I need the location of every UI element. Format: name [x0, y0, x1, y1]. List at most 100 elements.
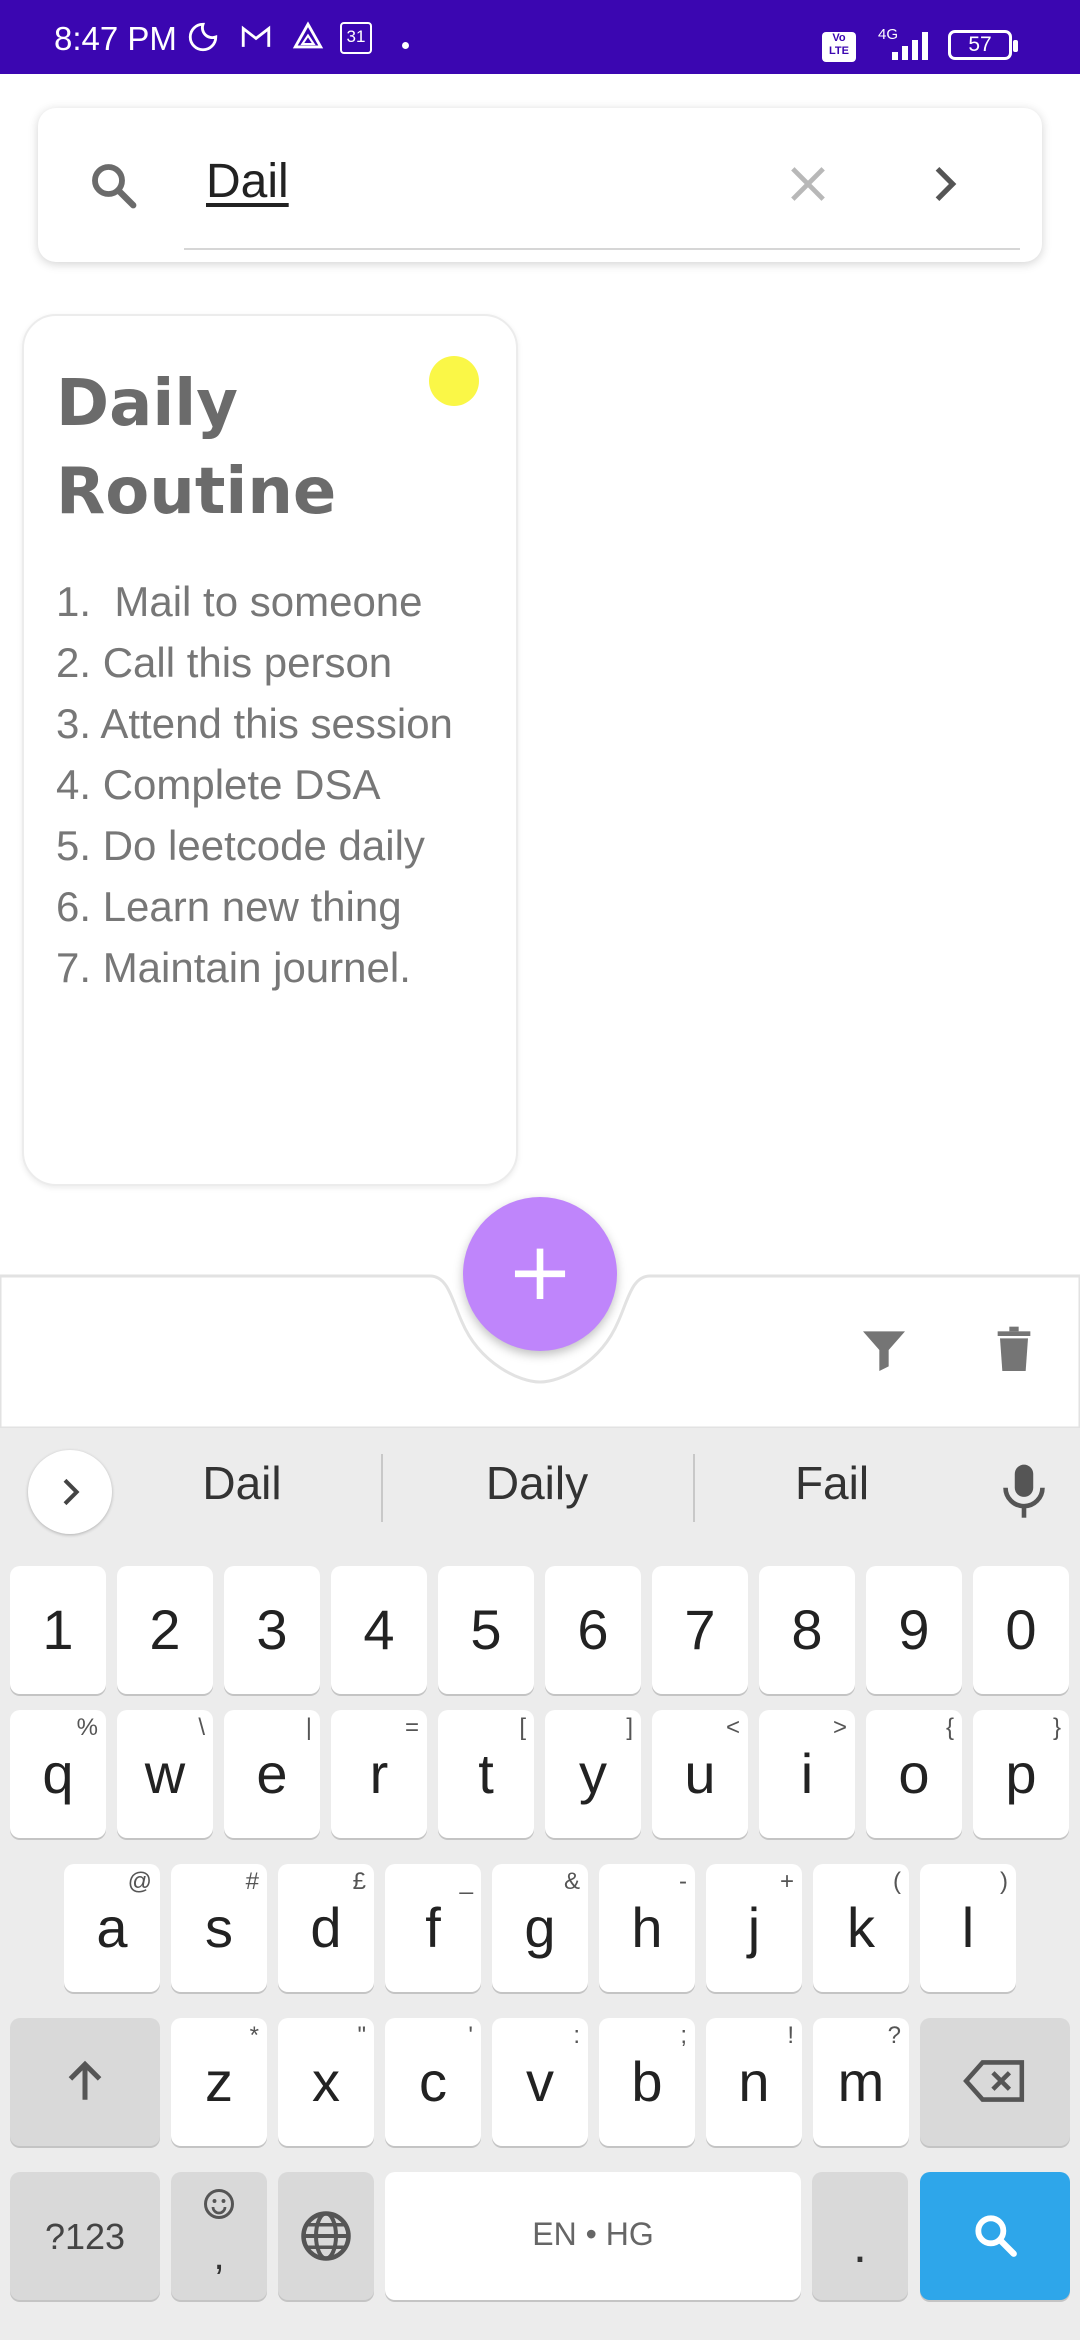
- key-t[interactable]: t[: [438, 1710, 534, 1838]
- key-label: w: [144, 1742, 186, 1805]
- key-6[interactable]: 6: [545, 1566, 641, 1694]
- language-key[interactable]: [278, 2172, 374, 2300]
- suggestion-divider: [693, 1454, 695, 1522]
- moon-icon: [188, 22, 218, 52]
- key-m[interactable]: m?: [813, 2018, 909, 2146]
- key-label: 5: [470, 1598, 502, 1661]
- suggestion-2[interactable]: Daily: [442, 1456, 632, 1510]
- key-2[interactable]: 2: [117, 1566, 213, 1694]
- key-b[interactable]: b;: [599, 2018, 695, 2146]
- key-label: y: [579, 1742, 607, 1805]
- key-alt-label: +: [779, 1868, 794, 1895]
- key-0[interactable]: 0: [973, 1566, 1069, 1694]
- key-a[interactable]: a @: [64, 1864, 160, 1992]
- add-note-button[interactable]: +: [463, 1197, 617, 1351]
- key-h[interactable]: h-: [599, 1864, 695, 1992]
- filter-icon[interactable]: [856, 1322, 912, 1378]
- note-color-dot: [429, 356, 479, 406]
- key-o[interactable]: o{: [866, 1710, 962, 1838]
- suggestion-divider: [381, 1454, 383, 1522]
- key-d[interactable]: d £: [278, 1864, 374, 1992]
- key-alt-label: #: [245, 1868, 259, 1895]
- emoji-comma-key[interactable]: ,: [171, 2172, 267, 2300]
- key-z[interactable]: z *: [171, 2018, 267, 2146]
- trash-icon[interactable]: [986, 1322, 1042, 1378]
- key-label: 1: [42, 1598, 74, 1661]
- key-alt-label: -: [679, 1868, 687, 1895]
- gmail-icon: [241, 25, 271, 47]
- key-8[interactable]: 8: [759, 1566, 855, 1694]
- keyboard: Dail Daily Fail 1 2 3 4 5 6 7 8 9 0 q% w \ e | r = t[y] u <…: [0, 1428, 1080, 2340]
- key-label: 6: [577, 1598, 609, 1661]
- key-p[interactable]: p}: [973, 1710, 1069, 1838]
- suggestion-3[interactable]: Fail: [752, 1456, 912, 1510]
- key-f[interactable]: f _: [385, 1864, 481, 1992]
- search-key[interactable]: [920, 2172, 1070, 2300]
- note-card[interactable]: Daily Routine 1. Mail to someone 2. Call…: [22, 314, 518, 1186]
- key-n[interactable]: n!: [706, 2018, 802, 2146]
- key-label: a: [96, 1896, 128, 1959]
- mic-icon[interactable]: [996, 1460, 1052, 1520]
- period-key[interactable]: .: [812, 2172, 908, 2300]
- key-alt-label: =: [404, 1714, 419, 1741]
- key-label: k: [847, 1896, 875, 1959]
- key-1[interactable]: 1: [10, 1566, 106, 1694]
- key-alt-label: \: [198, 1714, 205, 1741]
- clear-icon[interactable]: [782, 158, 834, 210]
- comma-label: ,: [213, 2234, 225, 2278]
- key-label: 4: [363, 1598, 395, 1661]
- key-label: 0: [1005, 1598, 1037, 1661]
- key-label: j: [747, 1896, 761, 1959]
- shift-icon: [68, 2060, 102, 2100]
- key-4[interactable]: 4: [331, 1566, 427, 1694]
- key-label: s: [205, 1896, 233, 1959]
- key-label: m: [837, 2050, 885, 2113]
- space-key[interactable]: EN • HG: [385, 2172, 801, 2300]
- search-icon: [975, 2215, 1017, 2257]
- key-label: q: [42, 1742, 74, 1805]
- key-alt-label: ?: [887, 2022, 901, 2049]
- key-label: e: [256, 1742, 288, 1805]
- search-icon[interactable]: [86, 158, 140, 212]
- key-c[interactable]: c ': [385, 2018, 481, 2146]
- expand-toolbar-button[interactable]: [28, 1450, 112, 1534]
- shift-key[interactable]: [10, 2018, 160, 2146]
- status-time: 8:47 PM: [54, 20, 177, 57]
- key-label: g: [524, 1896, 556, 1959]
- key-3[interactable]: 3: [224, 1566, 320, 1694]
- key-g[interactable]: g &: [492, 1864, 588, 1992]
- search-input[interactable]: Dail: [206, 154, 289, 209]
- key-5[interactable]: 5: [438, 1566, 534, 1694]
- key-u[interactable]: u <: [652, 1710, 748, 1838]
- key-9[interactable]: 9: [866, 1566, 962, 1694]
- key-e[interactable]: e |: [224, 1710, 320, 1838]
- key-j[interactable]: j +: [706, 1864, 802, 1992]
- volte-icon: Vo LTE: [822, 32, 856, 62]
- key-label: h: [631, 1896, 663, 1959]
- key-q[interactable]: q%: [10, 1710, 106, 1838]
- key-v[interactable]: v:: [492, 2018, 588, 2146]
- key-y[interactable]: y]: [545, 1710, 641, 1838]
- key-w[interactable]: w \: [117, 1710, 213, 1838]
- key-label: c: [419, 2050, 447, 2113]
- backspace-key[interactable]: [920, 2018, 1070, 2146]
- key-label: 3: [256, 1598, 288, 1661]
- plus-icon: +: [506, 1225, 574, 1318]
- key-l[interactable]: l): [920, 1864, 1016, 1992]
- key-r[interactable]: r =: [331, 1710, 427, 1838]
- key-x[interactable]: x ": [278, 2018, 374, 2146]
- key-k[interactable]: k(: [813, 1864, 909, 1992]
- key-label: 7: [684, 1598, 716, 1661]
- suggestion-1[interactable]: Dail: [162, 1456, 322, 1510]
- drive-icon: [292, 21, 324, 49]
- space-label: EN • HG: [532, 2216, 654, 2252]
- key-7[interactable]: 7: [652, 1566, 748, 1694]
- key-s[interactable]: s #: [171, 1864, 267, 1992]
- key-label: d: [310, 1896, 342, 1959]
- symbols-key[interactable]: ?123: [10, 2172, 160, 2300]
- key-label: r: [369, 1742, 389, 1805]
- key-i[interactable]: i >: [759, 1710, 855, 1838]
- key-alt-label: _: [459, 1868, 473, 1895]
- key-alt-label: *: [249, 2022, 259, 2049]
- chevron-right-icon[interactable]: [918, 158, 970, 210]
